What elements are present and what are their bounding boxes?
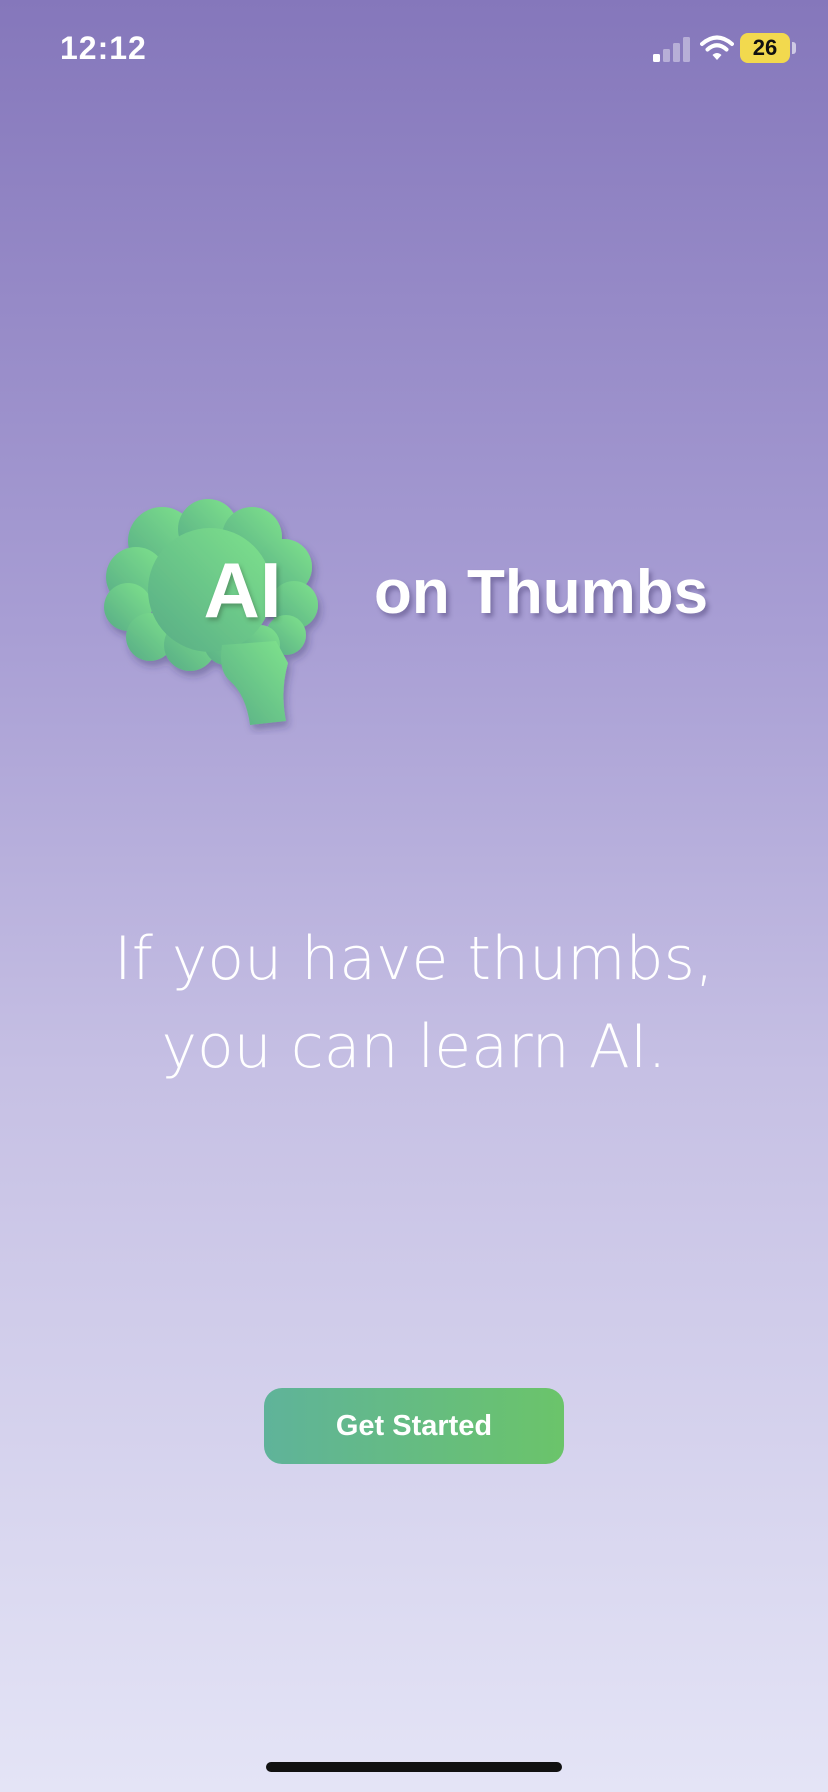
get-started-button[interactable]: Get Started (264, 1388, 564, 1464)
status-time: 12:12 (60, 30, 147, 66)
cellular-signal-icon (653, 37, 690, 62)
battery-level: 26 (752, 35, 778, 60)
home-indicator[interactable] (266, 1762, 562, 1772)
tagline-line-1: If you have thumbs, (114, 924, 714, 994)
wifi-icon (700, 35, 734, 60)
battery-indicator: 26 (740, 33, 790, 63)
logo-brand-name: on Thumbs (374, 558, 709, 627)
battery-cap (792, 42, 796, 54)
logo-ai-text: AI (203, 546, 282, 634)
app-logo: AI on Thumbs (100, 495, 740, 735)
tagline-line-2: you can learn AI. (161, 1012, 667, 1082)
tagline: If you have thumbs, you can learn AI. (0, 915, 828, 1091)
status-bar: 12:12 26 (0, 0, 828, 100)
